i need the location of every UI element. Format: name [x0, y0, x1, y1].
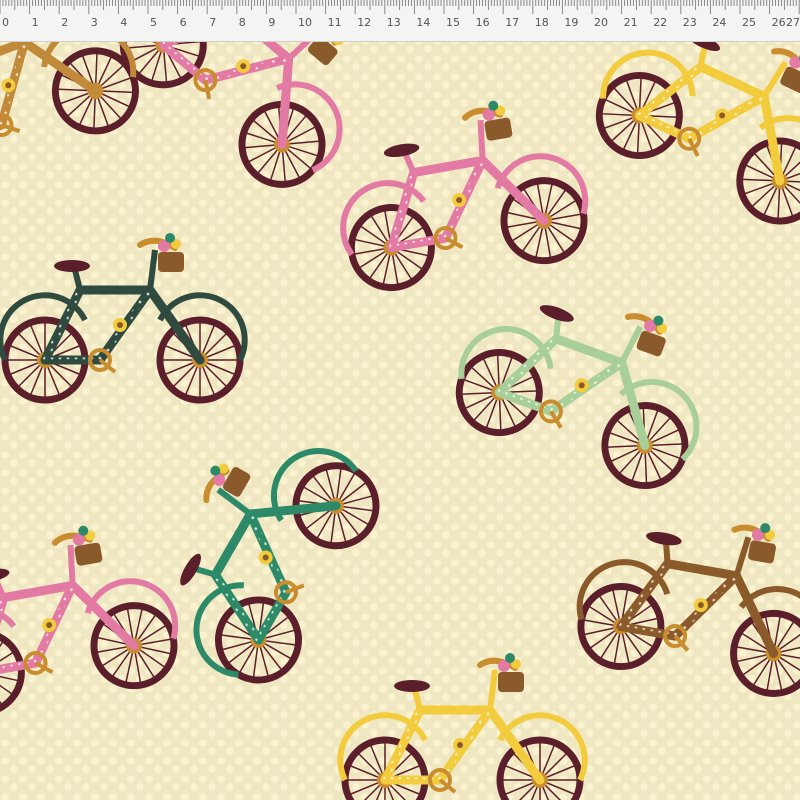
ruler-label: 26: [772, 16, 786, 29]
ruler-label: 6: [180, 16, 187, 29]
ruler-label: 19: [564, 16, 578, 29]
ruler-label: 27: [786, 16, 800, 29]
fabric-swatch: 0 1 2 3 4 5 6 7 8 9 10 11 12 13 14 15 16 17 18 19 20 21 22 23 24…: [0, 0, 800, 800]
ruler-label: 13: [387, 16, 401, 29]
ruler-label: 15: [446, 16, 460, 29]
ruler-label: 12: [357, 16, 371, 29]
ruler-label: 5: [150, 16, 157, 29]
bicycle-pattern-fabric: [0, 0, 800, 800]
ruler-label: 8: [239, 16, 246, 29]
ruler-label: 0: [2, 16, 9, 29]
ruler-label: 7: [209, 16, 216, 29]
ruler-label: 16: [476, 16, 490, 29]
ruler-label: 9: [268, 16, 275, 29]
ruler-label: 20: [594, 16, 608, 29]
ruler-label: 25: [742, 16, 756, 29]
ruler-label: 2: [61, 16, 68, 29]
ruler-label: 17: [505, 16, 519, 29]
ruler-label: 11: [328, 16, 342, 29]
ruler-label: 23: [683, 16, 697, 29]
ruler-label: 14: [416, 16, 430, 29]
ruler-label: 22: [653, 16, 667, 29]
ruler-label: 24: [712, 16, 726, 29]
ruler-label: 4: [120, 16, 127, 29]
ruler-label: 10: [298, 16, 312, 29]
measuring-ruler: 0 1 2 3 4 5 6 7 8 9 10 11 12 13 14 15 16 17 18 19 20 21 22 23 24…: [0, 0, 800, 42]
ruler-label: 3: [91, 16, 98, 29]
ruler-label: 21: [624, 16, 638, 29]
ruler-label: 1: [32, 16, 39, 29]
ruler-label: 18: [535, 16, 549, 29]
